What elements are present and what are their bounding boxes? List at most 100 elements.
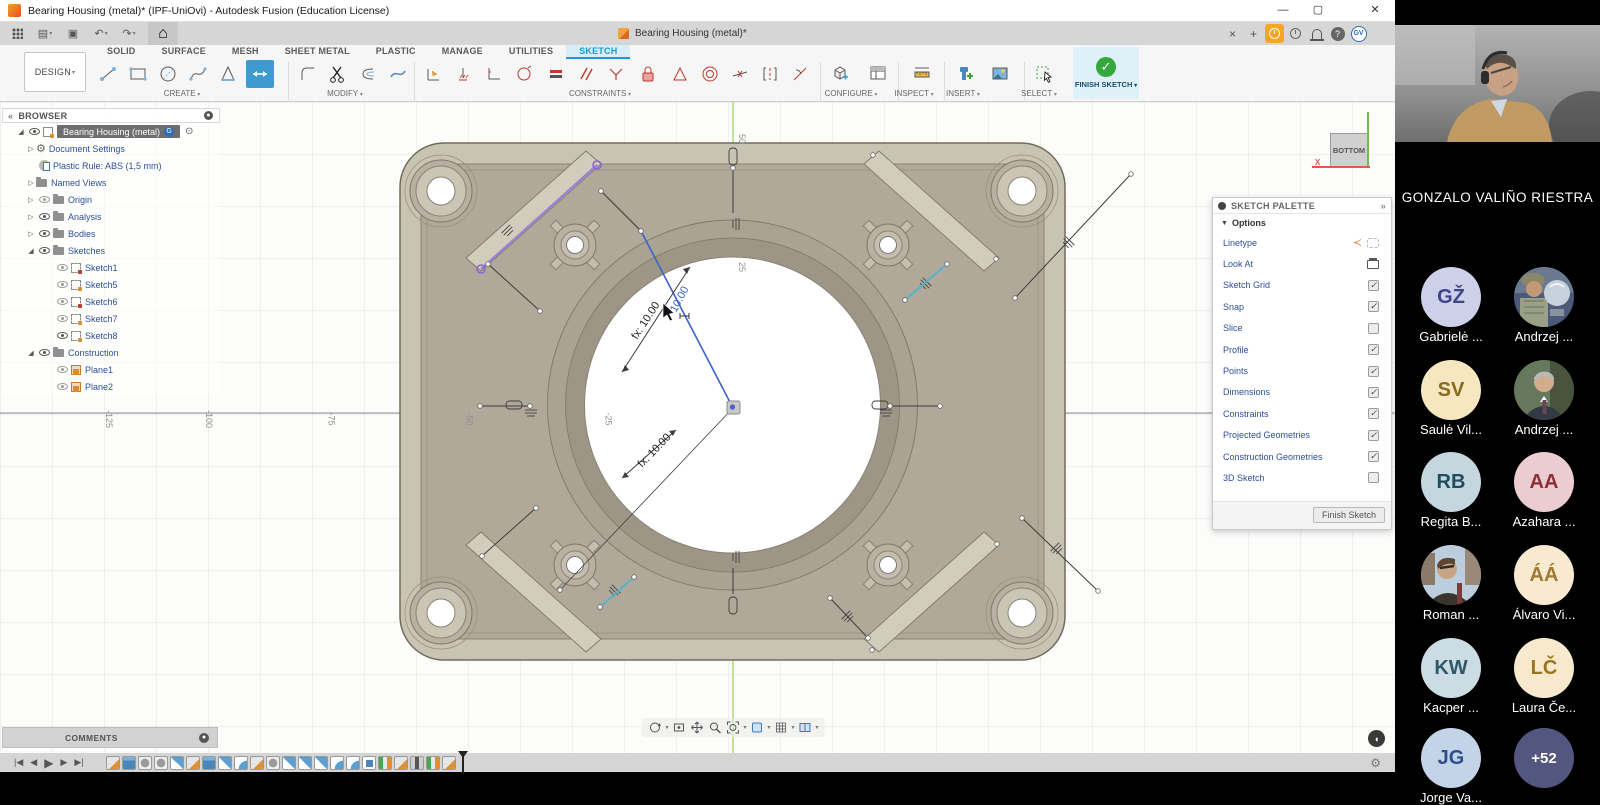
group-label-select[interactable]: SELECT xyxy=(1021,89,1057,98)
fillet-feature-icon[interactable] xyxy=(330,756,344,770)
visibility-eye-icon[interactable] xyxy=(57,366,68,373)
appearance-feature-icon[interactable] xyxy=(378,756,392,770)
chamfer-feature-icon[interactable] xyxy=(170,756,184,770)
tab-mesh[interactable]: MESH xyxy=(219,45,272,59)
account-avatar[interactable]: GV xyxy=(1348,23,1369,44)
visibility-eye-icon[interactable] xyxy=(39,196,50,203)
browser-root[interactable]: ◢ Bearing Housing (metal)G ⊙ xyxy=(2,123,220,140)
visibility-eye-icon[interactable] xyxy=(57,298,68,305)
file-menu-icon[interactable]: ▤▾ xyxy=(36,25,54,43)
insert-image-icon[interactable] xyxy=(986,60,1014,88)
display-settings-icon[interactable] xyxy=(749,720,764,735)
sketch-dimension-tool-icon[interactable] xyxy=(246,60,274,88)
configure-cube-icon[interactable] xyxy=(826,60,854,88)
midpoint-constraint-icon[interactable] xyxy=(726,60,754,88)
chamfer-feature-icon[interactable] xyxy=(298,756,312,770)
visibility-eye-icon[interactable] xyxy=(39,213,50,220)
hole-feature-icon[interactable] xyxy=(154,756,168,770)
look-at-icon[interactable] xyxy=(671,720,686,735)
browser-item-sketches[interactable]: ◢Sketches xyxy=(2,242,220,259)
step-forward-icon[interactable]: ▶ xyxy=(60,758,67,767)
browser-item-analysis[interactable]: ▷Analysis xyxy=(2,208,220,225)
speaker-video[interactable] xyxy=(1395,25,1600,142)
extrude-feature-icon[interactable] xyxy=(122,756,136,770)
comments-bar[interactable]: COMMENTS ● xyxy=(2,727,218,748)
visibility-eye-icon[interactable] xyxy=(29,128,40,135)
checkbox[interactable]: ✓ xyxy=(1368,280,1379,291)
chamfer-feature-icon[interactable] xyxy=(282,756,296,770)
hole-feature-icon[interactable] xyxy=(266,756,280,770)
box-feature-icon[interactable] xyxy=(362,756,376,770)
browser-item-plane2[interactable]: Plane2 xyxy=(2,378,220,395)
checkbox[interactable]: ✓ xyxy=(1368,366,1379,377)
appearance-feature-icon[interactable] xyxy=(426,756,440,770)
chamfer-feature-icon[interactable] xyxy=(218,756,232,770)
collapse-icon[interactable]: « xyxy=(8,111,13,121)
fillet-tool-icon[interactable] xyxy=(294,60,322,88)
grid-settings-icon[interactable] xyxy=(774,720,789,735)
fillet-feature-icon[interactable] xyxy=(346,756,360,770)
participant-tile[interactable]: RBRegita B... xyxy=(1406,452,1496,529)
fit-icon[interactable] xyxy=(725,720,740,735)
model-canvas[interactable]: 10.00 fx: 10.00 fx: 10.00 xyxy=(0,102,1395,753)
new-tab-icon[interactable]: + xyxy=(1243,23,1264,44)
save-icon[interactable]: ▣ xyxy=(64,25,82,43)
viewports-icon[interactable] xyxy=(798,720,813,735)
circle-tool-icon[interactable] xyxy=(154,60,182,88)
orbit-icon[interactable] xyxy=(647,720,662,735)
perpendicular-constraint-icon[interactable] xyxy=(602,60,630,88)
group-label-constraints[interactable]: CONSTRAINTS xyxy=(569,89,631,98)
browser-item-sketch6[interactable]: Sketch6 xyxy=(2,293,220,310)
fillet-feature-icon[interactable] xyxy=(234,756,248,770)
activate-target-icon[interactable]: ⊙ xyxy=(185,126,193,137)
document-tab[interactable]: Bearing Housing (metal)* xyxy=(618,22,747,45)
horizontal-vertical-constraint-icon[interactable] xyxy=(542,60,570,88)
help-icon[interactable]: ? xyxy=(1327,23,1348,44)
checkbox[interactable]: ✓ xyxy=(1368,408,1379,419)
participant-tile[interactable]: ÁÁÁlvaro Vi... xyxy=(1499,545,1589,622)
participant-tile[interactable]: LČLaura Če... xyxy=(1499,638,1589,715)
close-window-button[interactable]: ✕ xyxy=(1360,0,1390,21)
group-label-inspect[interactable]: INSPECT xyxy=(894,89,933,98)
zoom-icon[interactable] xyxy=(707,720,722,735)
hole-feature-icon[interactable] xyxy=(138,756,152,770)
measure-tool-icon[interactable] xyxy=(908,60,936,88)
browser-item-bodies[interactable]: ▷Bodies xyxy=(2,225,220,242)
visibility-eye-icon[interactable] xyxy=(39,349,50,356)
sketch-feature-icon[interactable] xyxy=(394,756,408,770)
maximize-button[interactable]: ▢ xyxy=(1303,0,1333,21)
play-icon[interactable]: ▶ xyxy=(44,757,53,769)
participant-tile[interactable]: Andrzej ... xyxy=(1499,267,1589,344)
go-to-end-icon[interactable]: ▶| xyxy=(74,758,83,767)
fix-lock-constraint-icon[interactable] xyxy=(634,60,662,88)
feedback-icon[interactable]: ◖ xyxy=(1368,730,1385,747)
browser-item-origin[interactable]: ▷Origin xyxy=(2,191,220,208)
tab-solid[interactable]: SOLID xyxy=(94,45,149,59)
visibility-eye-icon[interactable] xyxy=(39,247,50,254)
undo-icon[interactable]: ↶▾ xyxy=(92,25,110,43)
browser-item-document-settings[interactable]: ▷⚙Document Settings xyxy=(2,140,220,157)
pan-icon[interactable] xyxy=(689,720,704,735)
equal-constraint-icon[interactable] xyxy=(666,60,694,88)
participant-tile[interactable]: Roman ... xyxy=(1406,545,1496,622)
visibility-eye-icon[interactable] xyxy=(57,281,68,288)
select-tool-icon[interactable] xyxy=(1030,60,1058,88)
browser-header[interactable]: «BROWSER● xyxy=(2,108,220,123)
browser-item-sketch1[interactable]: Sketch1 xyxy=(2,259,220,276)
parallel-constraint-icon[interactable] xyxy=(572,60,600,88)
browser-item-sketch7[interactable]: Sketch7 xyxy=(2,310,220,327)
cone-tool-icon[interactable] xyxy=(214,60,242,88)
sketch-feature-icon[interactable] xyxy=(106,756,120,770)
browser-item-sketch8[interactable]: Sketch8 xyxy=(2,327,220,344)
app-grid-icon[interactable] xyxy=(8,25,26,43)
visibility-eye-icon[interactable] xyxy=(39,230,50,237)
visibility-eye-icon[interactable] xyxy=(57,264,68,271)
comments-options-icon[interactable]: ● xyxy=(199,733,209,743)
extrude-feature-icon[interactable] xyxy=(202,756,216,770)
participant-tile[interactable]: SVSaulė Vil... xyxy=(1406,360,1496,437)
options-section[interactable]: ▼Options xyxy=(1213,214,1391,232)
participant-tile[interactable]: Andrzej ... xyxy=(1499,360,1589,437)
ellipse-tool-icon[interactable] xyxy=(510,60,538,88)
trim-scissors-icon[interactable] xyxy=(324,60,352,88)
checkbox[interactable]: ✓ xyxy=(1368,430,1379,441)
